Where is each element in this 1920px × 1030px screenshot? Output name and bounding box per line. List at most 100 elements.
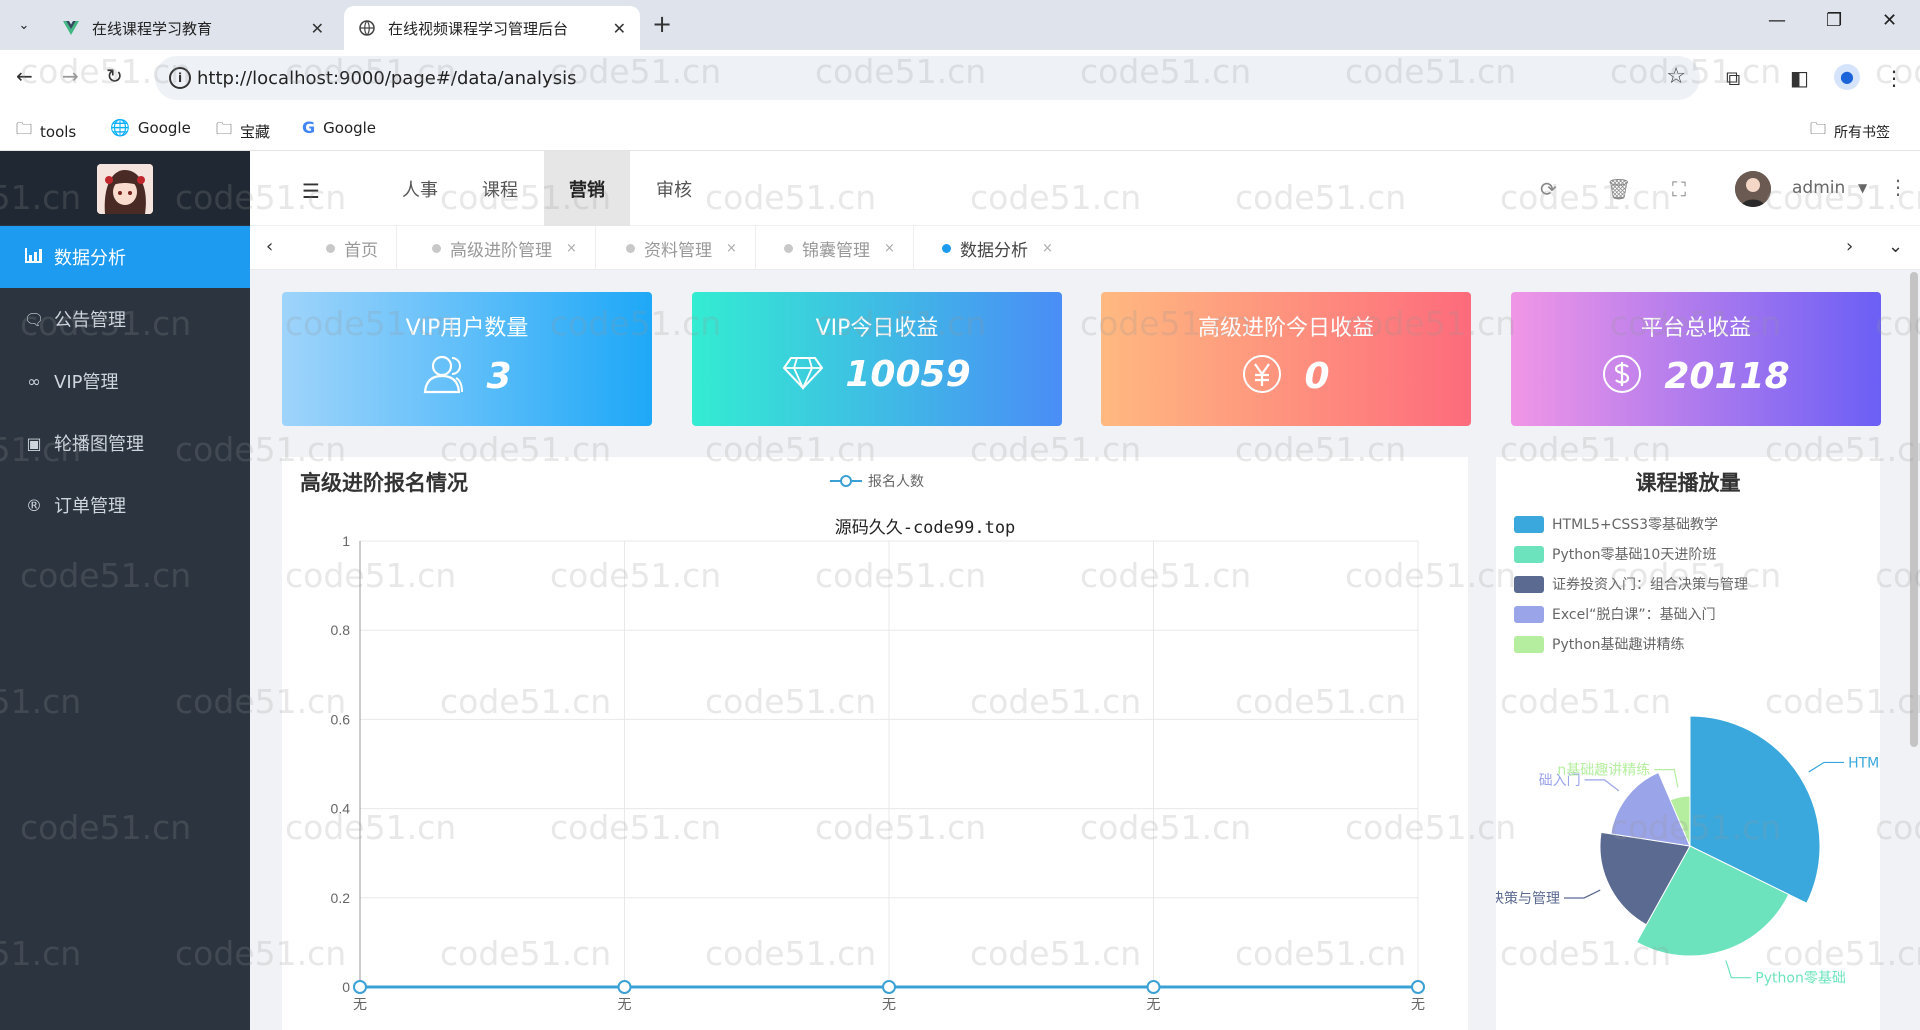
- logo-avatar[interactable]: [97, 164, 153, 214]
- sidebar-item-announcements[interactable]: 🗨 公告管理: [0, 288, 250, 350]
- topnav-course[interactable]: 课程: [460, 151, 540, 226]
- browser-tab-admin[interactable]: 在线视频课程学习管理后台 ✕: [344, 6, 640, 50]
- sidebar-item-carousel[interactable]: ▣ 轮播图管理: [0, 412, 250, 474]
- close-icon[interactable]: ×: [726, 241, 737, 256]
- side-panel-icon[interactable]: ◧: [1790, 66, 1809, 90]
- card-value: 20118: [1664, 355, 1790, 397]
- omnibox[interactable]: i http://localhost:9000/page#/data/analy…: [155, 56, 1700, 100]
- tags-view: ‹ 首页 高级进阶管理 × 资料管理 × 锦囊管理 × 数据分析 × › ⌄: [250, 226, 1920, 270]
- minimize-icon[interactable]: —: [1768, 10, 1786, 31]
- bookmark-tools[interactable]: 🗀 tools: [16, 118, 76, 145]
- chevron-down-icon[interactable]: ▼: [1858, 181, 1867, 195]
- logo-area: [0, 151, 250, 225]
- tag-home[interactable]: 首页: [308, 226, 397, 270]
- x-tick-label: 无: [882, 997, 896, 1013]
- pie-label-line: [1808, 761, 1845, 773]
- chevron-down-icon[interactable]: ⌄: [1888, 236, 1903, 257]
- close-tab-icon[interactable]: ✕: [613, 19, 626, 38]
- data-point: [1411, 980, 1425, 994]
- browser-menu-icon[interactable]: ⋮: [1884, 66, 1904, 90]
- chevron-right-icon[interactable]: ›: [1846, 236, 1853, 257]
- avatar[interactable]: [1735, 171, 1771, 207]
- registered-icon: ®: [26, 495, 42, 515]
- bookmark-star-icon[interactable]: ☆: [1666, 64, 1686, 89]
- browser-tab-strip: ⌄ 在线课程学习教育 ✕ 在线视频课程学习管理后台 ✕ + — ❐ ✕: [0, 0, 1920, 50]
- all-bookmarks[interactable]: 🗀 所有书签: [1810, 118, 1890, 145]
- y-tick-label: 0.8: [331, 622, 351, 638]
- chevron-left-icon[interactable]: ‹: [266, 236, 273, 257]
- trash-icon[interactable]: 🗑: [1606, 177, 1631, 201]
- admin-username[interactable]: admin: [1792, 178, 1845, 198]
- google-icon: G: [302, 118, 316, 137]
- tag-advanced-mgmt[interactable]: 高级进阶管理 ×: [414, 226, 596, 270]
- topnav-marketing[interactable]: 营销: [544, 151, 630, 226]
- close-icon[interactable]: ×: [884, 241, 895, 256]
- tag-materials-mgmt[interactable]: 资料管理 ×: [608, 226, 756, 270]
- close-icon[interactable]: ×: [1042, 241, 1053, 256]
- stat-card-total-income: 平台总收益 20118: [1511, 292, 1881, 426]
- bar-chart-icon: [24, 247, 44, 267]
- y-tick-label: 0.2: [331, 890, 351, 906]
- extensions-icon[interactable]: ⧉: [1726, 66, 1740, 90]
- yen-icon: [1242, 354, 1282, 398]
- topnav-review[interactable]: 审核: [634, 151, 714, 226]
- card-title: 平台总收益: [1640, 316, 1751, 341]
- url-text[interactable]: http://localhost:9000/page#/data/analysi…: [197, 68, 576, 89]
- y-tick-label: 0.4: [331, 801, 351, 817]
- tag-tips-mgmt[interactable]: 锦囊管理 ×: [766, 226, 914, 270]
- chat-icon: 🗨: [24, 309, 45, 329]
- users-icon: [422, 354, 464, 398]
- pie-label-line: [1584, 779, 1620, 792]
- fullscreen-icon[interactable]: ⛶: [1672, 177, 1686, 201]
- bookmark-google-2[interactable]: G Google: [302, 118, 376, 137]
- tab-title: 在线视频课程学习管理后台: [388, 19, 569, 38]
- page-scrollbar[interactable]: [1910, 272, 1918, 747]
- more-vertical-icon[interactable]: ⋮: [1888, 175, 1908, 199]
- vue-icon: [62, 19, 80, 37]
- menu-toggle-icon[interactable]: ☰: [302, 179, 320, 203]
- forward-icon[interactable]: →: [62, 64, 79, 88]
- data-point: [1146, 980, 1161, 994]
- browser-tab-course[interactable]: 在线课程学习教育 ✕: [48, 6, 338, 50]
- tab-search-button[interactable]: ⌄: [10, 12, 38, 38]
- sidebar-item-orders[interactable]: ® 订单管理: [0, 474, 250, 536]
- x-tick-label: 无: [1411, 997, 1425, 1013]
- pie-chart-panel: 课程播放量 HTML5+CSS3零基础教学 Python零基础10天进阶班 证券…: [1496, 457, 1880, 1030]
- topnav-hr[interactable]: 人事: [380, 151, 460, 226]
- link-icon: ∞: [27, 371, 41, 391]
- restore-icon[interactable]: ❐: [1826, 10, 1842, 31]
- tag-data-analysis[interactable]: 数据分析 ×: [924, 226, 1071, 270]
- sidebar-item-vip[interactable]: ∞ VIP管理: [0, 350, 250, 412]
- site-info-icon[interactable]: i: [169, 67, 191, 89]
- reload-icon[interactable]: ↻: [106, 64, 123, 88]
- folder-icon: 🗀: [1810, 119, 1827, 138]
- new-tab-button[interactable]: +: [652, 10, 672, 38]
- stat-card-vip-users: VIP用户数量 3: [282, 292, 652, 426]
- folder-icon: 🗀: [16, 119, 33, 138]
- close-icon[interactable]: ×: [566, 241, 577, 256]
- sidebar-item-data-analysis[interactable]: 数据分析: [0, 226, 250, 288]
- back-icon[interactable]: ←: [16, 64, 33, 88]
- pie-label-line: [1725, 960, 1752, 979]
- card-title: 高级进阶今日收益: [1197, 316, 1374, 341]
- line-chart-panel: 高级进阶报名情况 报名人数 源码久久-code99.top 0 0.2 0.4 0.6…: [282, 457, 1468, 1030]
- bookmarks-bar: 🗀 tools 🌐 Google 🗀 宝藏 G Google 🗀 所有书签: [0, 108, 1920, 151]
- pie-label: 决策与管理: [1496, 890, 1560, 907]
- x-tick-label: 无: [1147, 997, 1161, 1013]
- profile-icon[interactable]: ●: [1834, 64, 1860, 90]
- card-title: VIP今日收益: [815, 316, 939, 341]
- refresh-icon[interactable]: ⟳: [1540, 177, 1557, 201]
- card-value: 3: [486, 355, 512, 397]
- card-title: VIP用户数量: [405, 316, 529, 341]
- top-navbar: ☰ 人事 课程 营销 审核 ⟳ 🗑 ⛶ admin ▼ ⋮: [250, 151, 1920, 226]
- tag-dot: [942, 243, 951, 253]
- bookmark-google[interactable]: 🌐 Google: [110, 118, 191, 137]
- bookmark-treasure[interactable]: 🗀 宝藏: [216, 118, 270, 145]
- y-tick-label: 1: [342, 533, 350, 549]
- close-window-icon[interactable]: ✕: [1882, 10, 1897, 31]
- y-tick-label: 0: [342, 979, 350, 995]
- pie-label: n基础趣讲精练: [1557, 762, 1650, 779]
- pie-label: HTML5+: [1848, 755, 1880, 771]
- y-tick-label: 0.6: [331, 711, 351, 727]
- close-tab-icon[interactable]: ✕: [311, 19, 324, 38]
